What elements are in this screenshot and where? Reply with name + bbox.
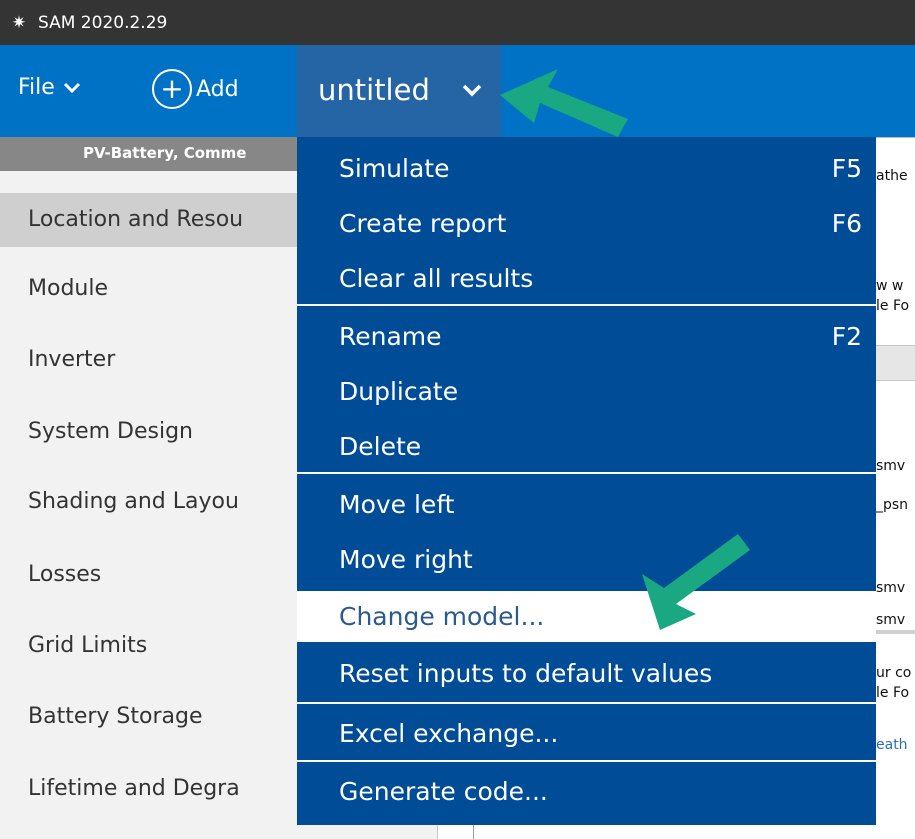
background-divider xyxy=(876,630,915,634)
configuration-label: PV-Battery, Comme xyxy=(83,144,247,162)
file-menu-button[interactable]: File xyxy=(18,75,81,100)
menu-item-rename[interactable]: Rename F2 xyxy=(297,322,876,362)
annotation-arrow-icon xyxy=(642,534,750,630)
window-title: SAM 2020.2.29 xyxy=(38,12,168,33)
menu-item-change-model[interactable]: Change model... xyxy=(297,591,876,642)
main-toolbar: File + Add untitled xyxy=(0,45,915,137)
menu-item-clear-all-results[interactable]: Clear all results xyxy=(297,264,876,304)
menu-item-label: Duplicate xyxy=(339,377,459,406)
menu-item-generate-code[interactable]: Generate code... xyxy=(297,777,876,817)
background-header-band xyxy=(876,345,915,381)
menu-item-label: Reset inputs to default values xyxy=(339,659,713,688)
menu-separator xyxy=(297,702,876,704)
menu-item-label: Move right xyxy=(339,545,473,574)
menu-item-label: Change model... xyxy=(339,602,545,631)
case-name: untitled xyxy=(318,73,430,107)
menu-item-label: Delete xyxy=(339,432,422,461)
background-text: le Fo xyxy=(876,298,910,314)
menu-item-shortcut: F2 xyxy=(831,322,862,351)
case-context-menu: Simulate F5 Create report F6 Clear all r… xyxy=(297,137,876,825)
menu-item-label: Clear all results xyxy=(339,264,534,293)
menu-item-label: Move left xyxy=(339,490,455,519)
menu-item-shortcut: F6 xyxy=(831,209,862,238)
chevron-down-icon xyxy=(63,82,80,93)
background-text: athe xyxy=(876,168,908,184)
background-text: le Fo xyxy=(876,685,910,701)
menu-item-simulate[interactable]: Simulate F5 xyxy=(297,154,876,194)
title-bar: ✷ SAM 2020.2.29 xyxy=(0,0,915,45)
background-text: w w xyxy=(876,278,904,294)
chevron-down-icon[interactable] xyxy=(461,83,483,97)
sam-app-icon: ✷ xyxy=(11,12,27,33)
file-label: File xyxy=(18,75,55,100)
menu-item-label: Generate code... xyxy=(339,777,548,806)
menu-separator xyxy=(297,304,876,306)
background-text: _psn xyxy=(876,497,909,513)
menu-item-shortcut: F5 xyxy=(831,154,862,183)
menu-item-create-report[interactable]: Create report F6 xyxy=(297,209,876,249)
menu-separator xyxy=(297,472,876,474)
menu-item-delete[interactable]: Delete xyxy=(297,432,876,472)
menu-item-reset-inputs[interactable]: Reset inputs to default values xyxy=(297,659,876,699)
case-tab-untitled[interactable]: untitled xyxy=(297,45,501,137)
plus-circle-icon: + xyxy=(152,69,192,109)
menu-item-move-right[interactable]: Move right xyxy=(297,545,876,585)
menu-item-label: Simulate xyxy=(339,154,450,183)
menu-item-duplicate[interactable]: Duplicate xyxy=(297,377,876,417)
background-text: smv xyxy=(876,580,906,596)
menu-separator xyxy=(297,760,876,762)
add-label: Add xyxy=(196,76,239,102)
menu-item-label: Create report xyxy=(339,209,507,238)
add-case-button[interactable]: + Add xyxy=(152,69,239,109)
background-link: eath xyxy=(876,737,908,753)
background-text: smv xyxy=(876,458,906,474)
background-text: ur co xyxy=(876,665,912,681)
menu-item-move-left[interactable]: Move left xyxy=(297,490,876,530)
annotation-arrow-icon xyxy=(500,69,628,137)
menu-item-excel-exchange[interactable]: Excel exchange... xyxy=(297,719,876,759)
panel-top-border xyxy=(876,137,915,138)
menu-item-label: Excel exchange... xyxy=(339,719,559,748)
menu-item-label: Rename xyxy=(339,322,442,351)
background-text: smv xyxy=(876,612,906,628)
